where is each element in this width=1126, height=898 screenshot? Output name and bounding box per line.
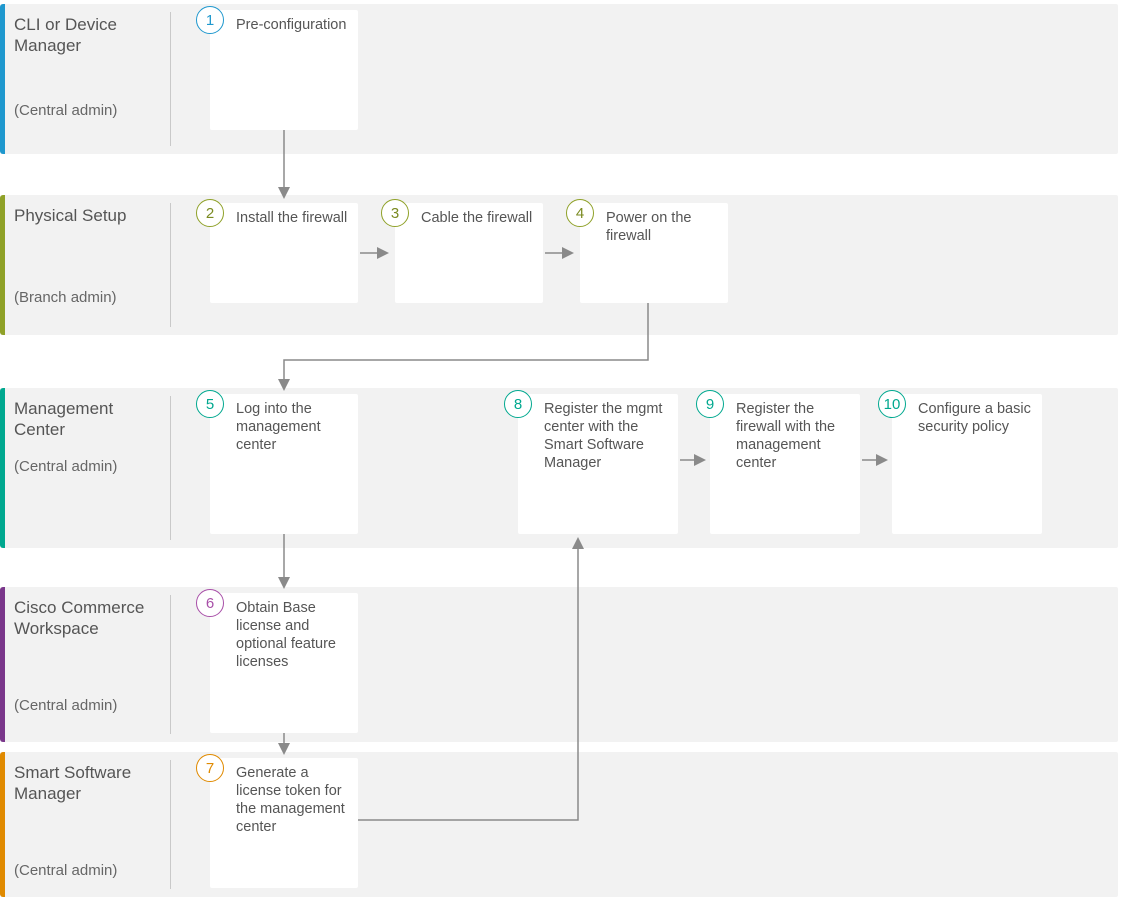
step-5-login-mgmt: 5 Log into the management center bbox=[210, 394, 358, 534]
lane-divider bbox=[170, 396, 171, 540]
lane-subtitle: (Central admin) bbox=[14, 862, 164, 879]
step-badge: 3 bbox=[381, 199, 409, 227]
step-text: Register the mgmt center with the Smart … bbox=[544, 400, 670, 473]
lane-divider bbox=[170, 760, 171, 889]
step-6-obtain-license: 6 Obtain Base license and optional featu… bbox=[210, 593, 358, 733]
step-badge: 1 bbox=[196, 6, 224, 34]
lane-title: CLI or Device Manager bbox=[14, 14, 159, 57]
step-text: Pre-configura­tion bbox=[236, 16, 350, 34]
step-badge: 5 bbox=[196, 390, 224, 418]
lane-accent bbox=[0, 388, 5, 548]
step-9-register-fw: 9 Register the firewall with the manage­… bbox=[710, 394, 860, 534]
lane-accent bbox=[0, 195, 5, 335]
step-text: Configure a basic security policy bbox=[918, 400, 1034, 436]
lane-subtitle: (Central admin) bbox=[14, 458, 164, 475]
lane-accent bbox=[0, 4, 5, 154]
step-badge: 2 bbox=[196, 199, 224, 227]
step-1-preconfig: 1 Pre-configura­tion bbox=[210, 10, 358, 130]
lane-smart-sw: Smart Software Manager (Central admin) bbox=[0, 752, 1118, 897]
step-badge: 6 bbox=[196, 589, 224, 617]
lane-title: Cisco Commerce Workspace bbox=[14, 597, 159, 640]
step-2-install-firewall: 2 Install the firewall bbox=[210, 203, 358, 303]
step-badge: 9 bbox=[696, 390, 724, 418]
step-text: Cable the firewall bbox=[421, 209, 535, 227]
lane-title: Smart Software Manager bbox=[14, 762, 159, 805]
step-text: Install the firewall bbox=[236, 209, 350, 227]
lane-divider bbox=[170, 203, 171, 327]
lane-cli: CLI or Device Manager (Central admin) bbox=[0, 4, 1118, 154]
step-text: Obtain Base license and optional feature… bbox=[236, 599, 350, 672]
lane-title: Physical Setup bbox=[14, 205, 159, 226]
lane-subtitle: (Branch admin) bbox=[14, 289, 164, 306]
step-badge: 8 bbox=[504, 390, 532, 418]
lane-divider bbox=[170, 595, 171, 734]
step-text: Log into the management center bbox=[236, 400, 350, 454]
lane-accent bbox=[0, 752, 5, 897]
step-text: Generate a license token for the managem… bbox=[236, 764, 350, 837]
step-badge: 4 bbox=[566, 199, 594, 227]
lane-subtitle: (Central admin) bbox=[14, 102, 164, 119]
step-3-cable-firewall: 3 Cable the firewall bbox=[395, 203, 543, 303]
lane-commerce: Cisco Commerce Workspace (Central admin) bbox=[0, 587, 1118, 742]
lane-title: Management Center bbox=[14, 398, 159, 441]
step-badge: 10 bbox=[878, 390, 906, 418]
step-4-power-on: 4 Power on the firewall bbox=[580, 203, 728, 303]
step-text: Register the firewall with the manage­me… bbox=[736, 400, 852, 473]
lane-physical: Physical Setup (Branch admin) bbox=[0, 195, 1118, 335]
lane-divider bbox=[170, 12, 171, 146]
step-8-register-mgmt: 8 Register the mgmt center with the Smar… bbox=[518, 394, 678, 534]
lane-subtitle: (Central admin) bbox=[14, 697, 164, 714]
step-10-basic-policy: 10 Configure a basic security policy bbox=[892, 394, 1042, 534]
step-badge: 7 bbox=[196, 754, 224, 782]
step-text: Power on the firewall bbox=[606, 209, 720, 245]
lane-accent bbox=[0, 587, 5, 742]
step-7-generate-token: 7 Generate a license token for the manag… bbox=[210, 758, 358, 888]
